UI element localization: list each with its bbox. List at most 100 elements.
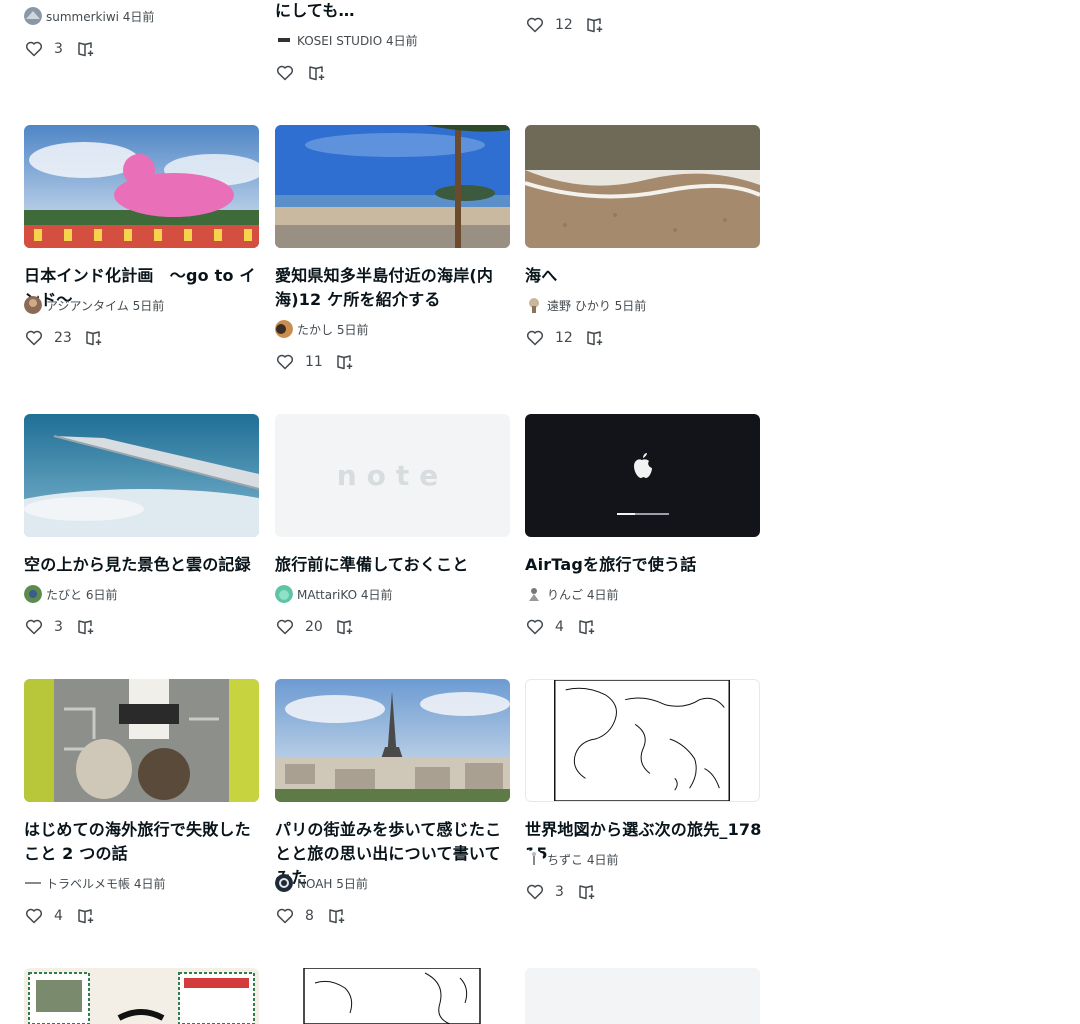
avatar	[275, 320, 293, 338]
author-name: たびと 6日前	[46, 587, 118, 602]
card-actions: 11	[275, 350, 355, 374]
card-actions: 20	[275, 615, 355, 639]
author-line[interactable]: 遠野 ひかり 5日前	[525, 296, 646, 314]
author-name: アジアンタイム 5日前	[46, 298, 165, 313]
magazine-add-icon[interactable]	[307, 63, 327, 83]
author-name: KOSEI STUDIO 4日前	[297, 33, 418, 48]
card-actions: 4	[24, 904, 96, 928]
avatar	[525, 296, 543, 314]
heart-icon[interactable]	[24, 328, 44, 348]
avatar	[24, 296, 42, 314]
author-name: NOAH 5日前	[297, 876, 368, 891]
article-thumbnail[interactable]	[24, 125, 259, 248]
article-thumbnail[interactable]	[275, 679, 510, 802]
heart-icon[interactable]	[525, 15, 545, 35]
card-actions: 3	[24, 615, 96, 639]
heart-icon[interactable]	[275, 617, 295, 637]
author-name: たかし 5日前	[297, 322, 369, 337]
card-actions: 23	[24, 326, 104, 350]
magazine-add-icon[interactable]	[577, 617, 597, 637]
avatar	[24, 585, 42, 603]
article-title[interactable]: AirTagを旅行で使う話	[525, 553, 765, 577]
author-line[interactable]: トラベルメモ帳 4日前	[24, 874, 165, 892]
article-thumbnail[interactable]	[525, 679, 760, 802]
article-title[interactable]: はじめての海外旅行で失敗したこと 2 つの話	[24, 818, 264, 866]
magazine-add-icon[interactable]	[335, 617, 355, 637]
note-article-feed: summerkiwi 4日前 3 にしても… KOSEI STUDIO 4日前	[0, 0, 1080, 1024]
like-count: 3	[555, 884, 564, 900]
heart-icon[interactable]	[525, 328, 545, 348]
card-actions: 12	[525, 326, 605, 350]
article-thumbnail-placeholder[interactable]	[525, 968, 760, 1024]
card-actions: 8	[275, 904, 347, 928]
avatar	[525, 585, 543, 603]
author-line[interactable]: NOAH 5日前	[275, 874, 368, 892]
article-thumbnail[interactable]	[525, 414, 760, 537]
article-title[interactable]: 愛知県知多半島付近の海岸(内海)12 ケ所を紹介する	[275, 264, 515, 312]
like-count: 4	[555, 619, 564, 635]
avatar	[24, 874, 42, 892]
author-line[interactable]: KOSEI STUDIO 4日前	[275, 31, 418, 49]
article-thumbnail-placeholder[interactable]: note	[275, 414, 510, 537]
author-line[interactable]: ちずこ 4日前	[525, 850, 618, 868]
magazine-add-icon[interactable]	[76, 39, 96, 59]
like-count: 23	[54, 330, 72, 346]
card-actions: 4	[525, 615, 597, 639]
heart-icon[interactable]	[24, 617, 44, 637]
article-thumbnail[interactable]	[275, 125, 510, 248]
article-title[interactable]: 旅行前に準備しておくこと	[275, 553, 515, 577]
author-line[interactable]: アジアンタイム 5日前	[24, 296, 164, 314]
author-line[interactable]: summerkiwi 4日前	[24, 7, 154, 25]
like-count: 11	[305, 354, 323, 370]
card-actions: 3	[24, 37, 96, 61]
like-count: 12	[555, 17, 573, 33]
like-count: 3	[54, 619, 63, 635]
article-thumbnail[interactable]	[525, 125, 760, 248]
author-name: りんご 4日前	[547, 587, 619, 602]
article-title[interactable]: 海へ	[525, 264, 765, 288]
like-count: 3	[54, 41, 63, 57]
avatar	[525, 850, 543, 868]
author-line[interactable]: たびと 6日前	[24, 585, 117, 603]
heart-icon[interactable]	[24, 906, 44, 926]
heart-icon[interactable]	[275, 352, 295, 372]
magazine-add-icon[interactable]	[84, 328, 104, 348]
author-line[interactable]: MAttariKO 4日前	[275, 585, 393, 603]
author-name: summerkiwi 4日前	[46, 9, 155, 24]
magazine-add-icon[interactable]	[585, 15, 605, 35]
heart-icon[interactable]	[525, 882, 545, 902]
article-thumbnail[interactable]	[24, 414, 259, 537]
magazine-add-icon[interactable]	[335, 352, 355, 372]
like-count: 8	[305, 908, 314, 924]
magazine-add-icon[interactable]	[76, 906, 96, 926]
article-title[interactable]: 空の上から見た景色と雲の記録	[24, 553, 264, 577]
heart-icon[interactable]	[275, 906, 295, 926]
avatar	[275, 874, 293, 892]
note-logo: note	[336, 459, 449, 492]
like-count: 12	[555, 330, 573, 346]
card-actions: 12	[525, 13, 605, 37]
author-name: MAttariKO 4日前	[297, 587, 393, 602]
like-count: 20	[305, 619, 323, 635]
article-thumbnail[interactable]	[24, 968, 259, 1024]
author-name: トラベルメモ帳 4日前	[46, 876, 166, 891]
like-count: 4	[54, 908, 63, 924]
magazine-add-icon[interactable]	[585, 328, 605, 348]
avatar	[275, 585, 293, 603]
heart-icon[interactable]	[525, 617, 545, 637]
author-line[interactable]: りんご 4日前	[525, 585, 618, 603]
article-thumbnail[interactable]	[24, 679, 259, 802]
heart-icon[interactable]	[24, 39, 44, 59]
author-line[interactable]: たかし 5日前	[275, 320, 368, 338]
magazine-add-icon[interactable]	[76, 617, 96, 637]
magazine-add-icon[interactable]	[327, 906, 347, 926]
magazine-add-icon[interactable]	[577, 882, 597, 902]
article-thumbnail[interactable]	[275, 968, 510, 1024]
heart-icon[interactable]	[275, 63, 295, 83]
card-actions	[275, 61, 327, 85]
author-name: 遠野 ひかり 5日前	[547, 298, 647, 313]
article-title[interactable]: にしても…	[275, 0, 515, 23]
author-name: ちずこ 4日前	[547, 852, 619, 867]
card-actions: 3	[525, 880, 597, 904]
avatar	[24, 7, 42, 25]
